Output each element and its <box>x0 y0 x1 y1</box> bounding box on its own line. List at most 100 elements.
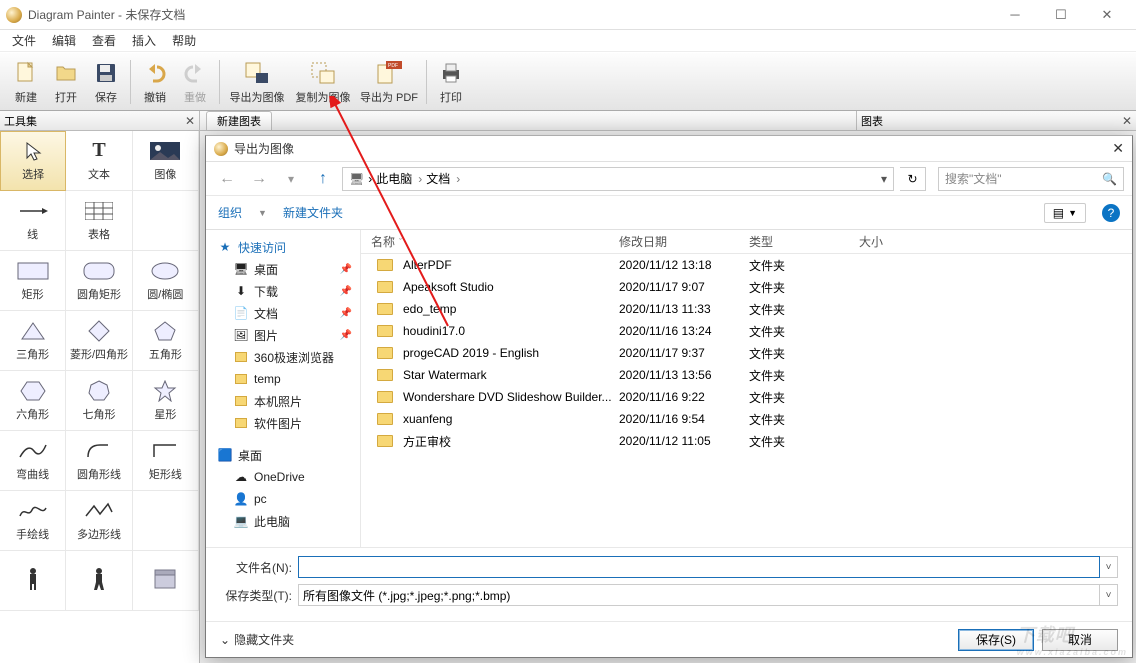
tool-select[interactable]: 选择 <box>0 131 66 191</box>
menu-view[interactable]: 查看 <box>84 30 124 51</box>
file-row[interactable]: houdini17.02020/11/16 13:24文件夹 <box>361 320 1132 342</box>
tool-ellipse[interactable]: 圆/椭圆 <box>133 251 199 311</box>
file-row[interactable]: Star Watermark2020/11/13 13:56文件夹 <box>361 364 1132 386</box>
menu-edit[interactable]: 编辑 <box>44 30 84 51</box>
redo-icon <box>181 59 209 87</box>
blank2-icon <box>148 508 182 530</box>
view-mode-button[interactable]: ▤▼ <box>1044 203 1086 223</box>
file-row[interactable]: 方正审校2020/11/12 11:05文件夹 <box>361 430 1132 452</box>
tool-table[interactable]: 表格 <box>66 191 132 251</box>
tree-node[interactable]: ★快速访问 <box>206 236 360 258</box>
window-minimize-button[interactable]: ─ <box>992 0 1038 30</box>
tree-node[interactable]: 👤pc <box>206 488 360 510</box>
filename-input[interactable] <box>298 556 1100 578</box>
tool-curve[interactable]: 弯曲线 <box>0 431 66 491</box>
file-row[interactable]: Apeaksoft Studio2020/11/17 9:07文件夹 <box>361 276 1132 298</box>
window-close-button[interactable]: ✕ <box>1084 0 1130 30</box>
file-row[interactable]: edo_temp2020/11/13 11:33文件夹 <box>361 298 1132 320</box>
sidebar-close-icon[interactable]: ✕ <box>185 114 195 128</box>
tool-image[interactable]: 图像 <box>133 131 199 191</box>
col-date-header[interactable]: 修改日期 <box>619 233 749 250</box>
export-pdf-button[interactable]: PDF导出为 PDF <box>356 55 422 109</box>
file-row[interactable]: AlterPDF2020/11/12 13:18文件夹 <box>361 254 1132 276</box>
tree-node[interactable]: 🖥桌面📌 <box>206 258 360 280</box>
tool-line[interactable]: 线 <box>0 191 66 251</box>
tool-blank1[interactable] <box>133 191 199 251</box>
tool-triangle[interactable]: 三角形 <box>0 311 66 371</box>
undo-button[interactable]: 撤销 <box>135 55 175 109</box>
tree-node[interactable]: ☁OneDrive <box>206 466 360 488</box>
tool-server[interactable] <box>133 551 199 611</box>
tool-rline[interactable]: 矩形线 <box>133 431 199 491</box>
tool-star[interactable]: 星形 <box>133 371 199 431</box>
folder-icon <box>234 350 248 364</box>
pin-icon: 📌 <box>340 264 352 275</box>
col-type-header[interactable]: 类型 <box>749 233 859 250</box>
tool-freehand[interactable]: 手绘线 <box>0 491 66 551</box>
new-folder-button[interactable]: 新建文件夹 <box>283 204 343 221</box>
tree-node[interactable]: 🖼图片📌 <box>206 324 360 346</box>
tool-rcurve[interactable]: 圆角形线 <box>66 431 132 491</box>
breadcrumb-path[interactable]: 🖥› 此电脑 文档 ▾ <box>342 167 894 191</box>
tool-person1[interactable] <box>0 551 66 611</box>
tree-node[interactable]: ⬇下载📌 <box>206 280 360 302</box>
tree-node[interactable]: 💻此电脑 <box>206 510 360 532</box>
menu-help[interactable]: 帮助 <box>164 30 204 51</box>
tool-text[interactable]: T文本 <box>66 131 132 191</box>
tree-node[interactable]: 本机照片 <box>206 390 360 412</box>
tool-blank2[interactable] <box>133 491 199 551</box>
organize-menu[interactable]: 组织 <box>218 204 242 221</box>
col-size-header[interactable]: 大小 <box>859 233 939 250</box>
triangle-icon <box>16 320 50 342</box>
window-maximize-button[interactable]: ☐ <box>1038 0 1084 30</box>
nav-back-button[interactable]: ← <box>214 166 240 192</box>
dialog-close-button[interactable]: ✕ <box>1080 140 1124 157</box>
tool-heptagon[interactable]: 七角形 <box>66 371 132 431</box>
folder-icon <box>234 394 248 408</box>
tool-pentagon[interactable]: 五角形 <box>133 311 199 371</box>
export-image-button[interactable]: 导出为图像 <box>224 55 290 109</box>
tool-person2[interactable] <box>66 551 132 611</box>
person2-icon <box>82 568 116 590</box>
filename-dropdown[interactable]: ˅ <box>1100 556 1118 578</box>
print-button[interactable]: 打印 <box>431 55 471 109</box>
col-name-header[interactable]: 名称ˇ <box>361 233 619 250</box>
copy-image-button[interactable]: 复制为图像 <box>290 55 356 109</box>
filetype-select[interactable]: 所有图像文件 (*.jpg;*.jpeg;*.png;*.bmp) <box>298 584 1100 606</box>
tab-new-chart[interactable]: 新建图表 <box>206 111 272 130</box>
tool-polyline[interactable]: 多边形线 <box>66 491 132 551</box>
nav-history-dropdown[interactable]: ▾ <box>278 166 304 192</box>
freehand-icon <box>16 500 50 522</box>
file-row[interactable]: xuanfeng2020/11/16 9:54文件夹 <box>361 408 1132 430</box>
export-image-icon <box>243 59 271 87</box>
help-button[interactable]: ? <box>1102 204 1120 222</box>
open-button[interactable]: 打开 <box>46 55 86 109</box>
tool-diamond[interactable]: 菱形/四角形 <box>66 311 132 371</box>
hide-folders-toggle[interactable]: ⌄隐藏文件夹 <box>220 631 294 648</box>
save-button[interactable]: 保存 <box>86 55 126 109</box>
tree-node[interactable]: 软件图片 <box>206 412 360 434</box>
file-row[interactable]: Wondershare DVD Slideshow Builder...2020… <box>361 386 1132 408</box>
new-button[interactable]: 新建 <box>6 55 46 109</box>
filetype-dropdown[interactable]: ˅ <box>1100 584 1118 606</box>
sidebar-title: 工具集 <box>4 113 37 129</box>
nav-refresh-button[interactable]: ↻ <box>900 167 926 191</box>
search-input[interactable]: 搜索"文档"🔍 <box>938 167 1124 191</box>
chart-panel-close-icon[interactable]: ✕ <box>1122 114 1132 128</box>
tree-node[interactable]: 🟦桌面 <box>206 444 360 466</box>
redo-button[interactable]: 重做 <box>175 55 215 109</box>
tool-rect[interactable]: 矩形 <box>0 251 66 311</box>
line-icon <box>16 200 50 222</box>
tree-node[interactable]: 📄文档📌 <box>206 302 360 324</box>
nav-up-button[interactable]: ↑ <box>310 166 336 192</box>
heptagon-icon <box>82 380 116 402</box>
nav-forward-button[interactable]: → <box>246 166 272 192</box>
tree-node[interactable]: temp <box>206 368 360 390</box>
tree-node[interactable]: 360极速浏览器 <box>206 346 360 368</box>
menu-file[interactable]: 文件 <box>4 30 44 51</box>
file-row[interactable]: progeCAD 2019 - English2020/11/17 9:37文件… <box>361 342 1132 364</box>
tool-sidebar: 工具集 ✕ 选择T文本图像线表格矩形圆角矩形圆/椭圆三角形菱形/四角形五角形六角形… <box>0 111 200 663</box>
tool-roundrect[interactable]: 圆角矩形 <box>66 251 132 311</box>
menu-insert[interactable]: 插入 <box>124 30 164 51</box>
tool-hexagon[interactable]: 六角形 <box>0 371 66 431</box>
